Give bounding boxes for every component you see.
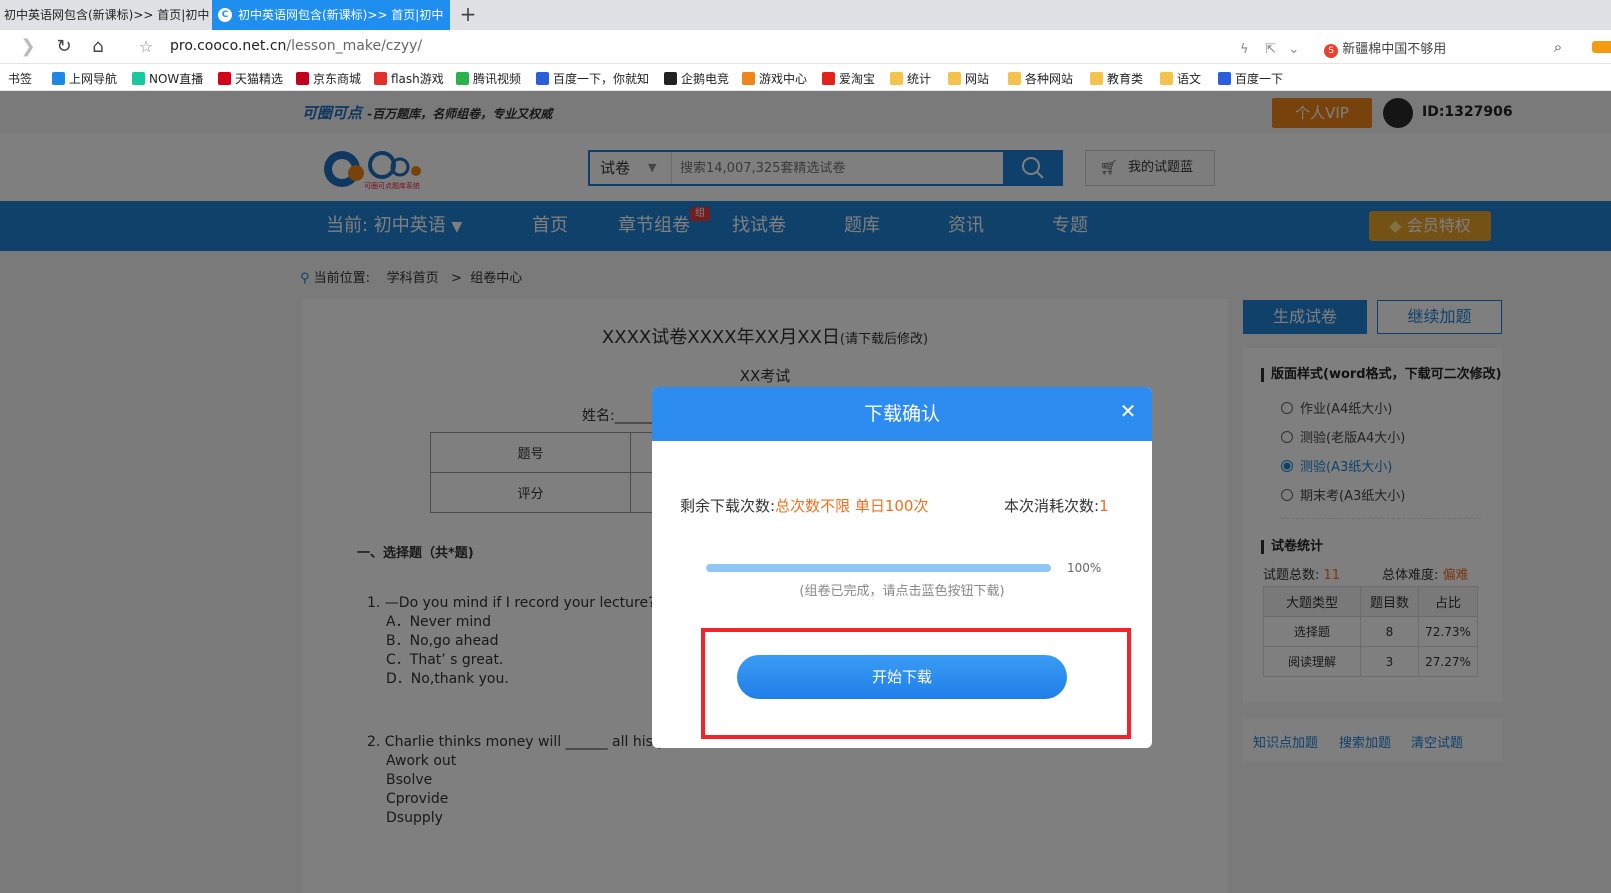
bookmark-folder[interactable]: 各种网站	[1008, 70, 1073, 87]
bookmark-item[interactable]: 游戏中心	[742, 70, 807, 87]
bookmark-folder[interactable]: 统计	[890, 70, 931, 87]
tencent-video-icon	[456, 72, 469, 85]
search-engine-text[interactable]: 新疆棉中国不够用	[1342, 42, 1446, 57]
lightning-icon[interactable]: ϟ	[1240, 42, 1249, 57]
folder-icon	[890, 72, 903, 85]
bookmark-item[interactable]: 爱淘宝	[822, 70, 875, 87]
new-tab-button[interactable]: +	[456, 0, 480, 30]
close-icon[interactable]: ✕	[1116, 399, 1140, 423]
extension-icon[interactable]	[1592, 41, 1611, 53]
folder-icon	[948, 72, 961, 85]
bookmark-item[interactable]: 上网导航	[52, 70, 117, 87]
progress-hint: (组卷已完成，请点击蓝色按钮下载)	[799, 584, 1005, 599]
bookmark-item[interactable]: 腾讯视频	[456, 70, 521, 87]
bookmark-item[interactable]: NOW直播	[132, 70, 203, 87]
gamepad-icon	[742, 72, 755, 85]
bookmark-item[interactable]: 天猫精选	[218, 70, 283, 87]
bookmark-item[interactable]: 京东商城	[296, 70, 361, 87]
dialog-title: 下载确认	[652, 387, 1152, 441]
progress-fill	[706, 564, 1051, 572]
penguin-icon	[664, 72, 677, 85]
bookmark-item[interactable]: flash游戏	[374, 70, 444, 87]
reload-icon[interactable]: ↻	[52, 35, 76, 59]
ie-icon	[52, 72, 65, 85]
download-cost: 本次消耗次数:1	[1004, 497, 1109, 515]
forward-icon[interactable]: ❯	[16, 35, 40, 59]
share-icon[interactable]: ⇱	[1265, 42, 1276, 57]
baidu-icon	[536, 72, 549, 85]
bookmark-star-icon[interactable]: ☆	[134, 35, 158, 59]
highlight-annotation-box	[701, 628, 1131, 739]
folder-icon	[1008, 72, 1021, 85]
bookmark-item[interactable]: 百度一下	[1218, 70, 1283, 87]
taobao-icon	[822, 72, 835, 85]
browser-right-controls: ϟ ⇱ ⌄ S 新疆棉中国不够用	[1240, 38, 1446, 58]
bookmark-item[interactable]: 书签	[8, 70, 32, 87]
tmall-icon	[218, 72, 231, 85]
folder-icon	[1090, 72, 1103, 85]
chevron-down-icon[interactable]: ⌄	[1288, 42, 1299, 57]
remaining-downloads: 剩余下载次数:总次数不限 单日100次	[680, 497, 929, 515]
browser-tab-active[interactable]: C 初中英语网包含(新课标)>> 首页|初中	[212, 0, 450, 30]
url-host: pro.cooco.net.cn	[170, 38, 287, 54]
bookmark-folder[interactable]: 教育类	[1090, 70, 1143, 87]
url-path: /lesson_make/czyy/	[286, 38, 423, 54]
progress-bar	[706, 564, 1051, 572]
browser-tab[interactable]: 初中英语网包含(新课标)>> 首页|初中	[0, 0, 210, 30]
url-field[interactable]: pro.cooco.net.cn/lesson_make/czyy/	[170, 38, 422, 54]
jd-icon	[296, 72, 309, 85]
bookmark-item[interactable]: 企鹅电竞	[664, 70, 729, 87]
browser-tab-bar: 初中英语网包含(新课标)>> 首页|初中 C 初中英语网包含(新课标)>> 首页|…	[0, 0, 1611, 30]
bookmark-folder[interactable]: 网站	[948, 70, 989, 87]
search-engine-icon[interactable]: S	[1324, 44, 1339, 58]
bookmark-item[interactable]: 百度一下，你就知	[536, 70, 649, 87]
home-icon[interactable]: ⌂	[86, 35, 110, 59]
tab-title: 初中英语网包含(新课标)>> 首页|初中	[4, 8, 210, 22]
folder-icon	[1160, 72, 1173, 85]
address-bar: ❯ ↻ ⌂ ☆ pro.cooco.net.cn/lesson_make/czy…	[0, 30, 1611, 64]
bookmarks-bar: 书签 上网导航 NOW直播 天猫精选 京东商城 flash游戏 腾讯视频 百度一…	[0, 65, 1611, 91]
progress-percent: 100%	[1067, 561, 1102, 575]
site-favicon-icon: C	[218, 8, 232, 22]
search-icon[interactable]: ⌕	[1546, 35, 1570, 59]
baidu-icon	[1218, 72, 1231, 85]
now-icon	[132, 72, 145, 85]
flash-icon	[374, 72, 387, 85]
tab-title: 初中英语网包含(新课标)>> 首页|初中	[238, 8, 444, 22]
bookmark-folder[interactable]: 语文	[1160, 70, 1201, 87]
